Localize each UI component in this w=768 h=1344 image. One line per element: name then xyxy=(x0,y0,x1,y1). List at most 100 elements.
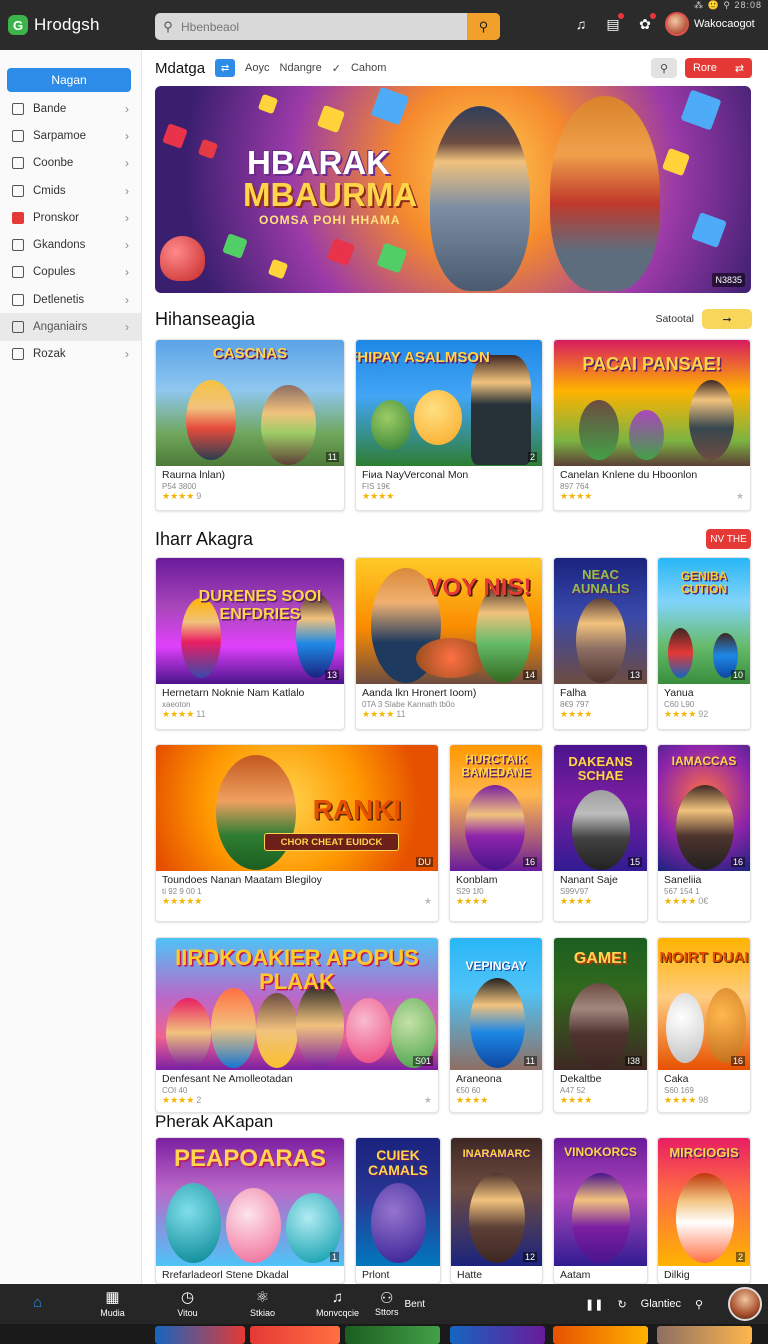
game-card[interactable]: PEAPOARAS 1 Rrefarladeorl Stene Dkadal xyxy=(155,1137,345,1284)
top-icons: ♫ ▤ ✿ xyxy=(570,13,656,35)
bookmark-icon[interactable]: ★ xyxy=(736,491,744,502)
chevron-right-icon: › xyxy=(125,265,129,280)
bell-icon[interactable]: ♫ xyxy=(570,13,592,35)
thumbnail-title: VINOKORCS xyxy=(564,1145,637,1159)
character-figure xyxy=(550,96,660,291)
nav-home[interactable]: ⌂ xyxy=(0,1295,75,1313)
nav-music[interactable]: ♫ Monvcqcie xyxy=(300,1290,375,1319)
bottom-label[interactable]: Glantiec xyxy=(641,1298,681,1310)
game-thumbnail: RANKI CHOR CHEAT EUIDCK DU xyxy=(156,745,438,871)
search-icon: ⚲ xyxy=(478,18,489,34)
filter-button[interactable]: Rore ⇄ xyxy=(685,58,752,78)
folder-icon xyxy=(12,239,24,252)
nav-media[interactable]: ▦ Mudia xyxy=(75,1290,150,1319)
sidebar-item[interactable]: Bande › xyxy=(0,95,141,122)
game-meta: 567 154 1 xyxy=(664,887,700,896)
cube-decoration xyxy=(197,138,219,160)
game-card[interactable]: RANKI CHOR CHEAT EUIDCK DU Toundoes Nana… xyxy=(155,744,439,922)
tab[interactable]: Ndangre xyxy=(280,62,322,74)
game-card[interactable]: CASCNAS 11 Raurna lnlan) P54 3800 ★★★★ 9 xyxy=(155,339,345,511)
thumbnail-title: FHIPAY ASALMSON xyxy=(356,349,490,366)
thumbnail-count: 16 xyxy=(730,857,745,867)
game-card[interactable]: DAKEANS SCHAE 15 Nanant Saje S99V97 ★★★★ xyxy=(553,744,648,922)
game-thumbnail: IIRDKOAKIER APOPUS PLAAK S01 xyxy=(156,938,438,1070)
rating-stars: ★★★★ ★ xyxy=(554,491,750,502)
section-actions: Satootal ➞ xyxy=(655,309,752,329)
app-logo[interactable]: G Hrodgsh xyxy=(8,15,148,35)
strip-thumbnail[interactable] xyxy=(250,1326,340,1344)
sidebar-item-active[interactable]: Anganiairs › xyxy=(0,313,141,341)
game-card[interactable]: IAMACCAS 16 Saneliia 567 154 1 ★★★★ 0€ xyxy=(657,744,751,922)
game-card[interactable]: HURCTAIK BAMEDANE 16 Konblam S29 1f0 ★★★… xyxy=(449,744,543,922)
sidebar-item[interactable]: Sarpamoe › xyxy=(0,122,141,149)
new-button[interactable]: Nagan xyxy=(7,68,131,92)
thumbnail-count: S01 xyxy=(412,1056,433,1066)
character-figure xyxy=(470,978,525,1068)
game-card[interactable]: NEAC AUNALIS 13 Falha 8€9 797 ★★★★ xyxy=(553,557,648,730)
game-card[interactable]: VOY NIS! 14 Aanda lkn Hronert Ioom) 0TA … xyxy=(355,557,543,730)
strip-thumbnail[interactable] xyxy=(345,1326,440,1344)
section-action-button[interactable]: NV THE xyxy=(706,529,751,549)
game-card[interactable]: DURENES SOOI ENFDRIES 13 Hernetarn Nokni… xyxy=(155,557,345,730)
nav-studio[interactable]: ⚛ Stkiao xyxy=(225,1290,300,1319)
cart-icon[interactable]: ▤ xyxy=(602,13,624,35)
game-thumbnail: FHIPAY ASALMSON 2 xyxy=(356,340,542,466)
thumbnail-count: 2 xyxy=(735,1252,745,1262)
game-card[interactable]: MOIRT DUAI 16 Caka S60 169 ★★★★ 98 xyxy=(657,937,751,1113)
sidebar-item[interactable]: Detlenetis › xyxy=(0,286,141,313)
sidebar-item[interactable]: Gkandons › xyxy=(0,231,141,258)
thumbnail-count: I38 xyxy=(625,1056,642,1066)
game-card[interactable]: FHIPAY ASALMSON 2 Fiиa NayVerconal Mon F… xyxy=(355,339,543,511)
search-icon[interactable]: ⚲ xyxy=(695,1298,703,1311)
sidebar-item[interactable]: Rozak › xyxy=(0,341,141,368)
section-header: Iharr Akagra NV THE xyxy=(155,515,751,563)
game-card[interactable]: GENIBA CUTION 10 Yanua C60 L90 ★★★★ 92 xyxy=(657,557,751,730)
rating-stars: ★★★★ xyxy=(554,896,647,907)
box-icon xyxy=(12,321,24,334)
banner-label: CHOR CHEAT EUIDCK xyxy=(264,833,399,851)
avatar[interactable] xyxy=(728,1287,762,1321)
tab[interactable]: Cahom xyxy=(351,62,386,74)
game-card[interactable]: MIRCIOGIS 2 Dilkig xyxy=(657,1137,751,1284)
game-card[interactable]: VINOKORCS Aatam xyxy=(553,1137,648,1284)
strip-thumbnail[interactable] xyxy=(155,1326,245,1344)
bookmark-icon[interactable]: ★ xyxy=(424,1095,432,1106)
game-card[interactable]: GAME! I38 Dekaltbe A47 52 ★★★★ xyxy=(553,937,648,1113)
section-title: Pherak AKapan xyxy=(155,1112,274,1131)
strip-thumbnail[interactable] xyxy=(553,1326,648,1344)
see-all-link[interactable]: Satootal xyxy=(655,313,694,325)
character-figure xyxy=(576,598,626,683)
thumbnail-count: 2 xyxy=(527,452,537,462)
search-button[interactable]: ⚲ xyxy=(467,13,500,40)
nav-video[interactable]: ◷ Vitou xyxy=(150,1290,225,1319)
game-card[interactable]: PACAI PANSAE! Canelan Knlene du Hboonlon… xyxy=(553,339,751,511)
refresh-icon[interactable]: ↻ xyxy=(617,1298,626,1311)
sidebar-item[interactable]: Pronskor › xyxy=(0,204,141,231)
nav-people[interactable]: ⚇ Sttors Bent xyxy=(375,1291,450,1318)
hero-banner[interactable]: HBARAK MBAURMA OOMSA POHI HHAMA N3835 xyxy=(155,86,751,293)
bookmark-icon[interactable]: ★ xyxy=(424,896,432,907)
sidebar: Nagan Bande › Sarpamoe › Coonbe › Cmids › Pr… xyxy=(0,50,142,1284)
game-card[interactable]: IIRDKOAKIER APOPUS PLAAK S01 Denfesant N… xyxy=(155,937,439,1113)
search-input[interactable] xyxy=(181,13,467,40)
strip-thumbnail[interactable] xyxy=(450,1326,545,1344)
user-menu[interactable]: Wakocaogot xyxy=(665,12,755,36)
expand-icon[interactable]: ⇄ xyxy=(215,59,236,77)
sidebar-item[interactable]: Copules › xyxy=(0,259,141,286)
pause-icon[interactable]: ❚❚ xyxy=(585,1298,603,1311)
arrow-button[interactable]: ➞ xyxy=(702,309,752,329)
character-figure xyxy=(668,628,693,678)
sidebar-item[interactable]: Cmids › xyxy=(0,177,141,204)
search-button[interactable]: ⚲ xyxy=(651,58,677,78)
sidebar-item[interactable]: Coonbe › xyxy=(0,150,141,177)
game-card[interactable]: VEPINGAY 11 Araneona €50 60 ★★★★ xyxy=(449,937,543,1113)
game-card[interactable]: INARAMARC 12 Hatte xyxy=(450,1137,543,1284)
users-icon xyxy=(12,266,24,279)
tab[interactable]: Aoyc xyxy=(245,62,269,74)
gift-icon[interactable]: ✿ xyxy=(634,13,656,35)
nav-label: Monvcqcie xyxy=(315,1308,360,1318)
rating-stars-value: ★★★★ xyxy=(162,491,195,501)
thumbnail-title: VOY NIS! xyxy=(426,574,532,601)
game-card[interactable]: CUIEK CAMALS Prlont xyxy=(355,1137,441,1284)
strip-thumbnail[interactable] xyxy=(657,1326,752,1344)
